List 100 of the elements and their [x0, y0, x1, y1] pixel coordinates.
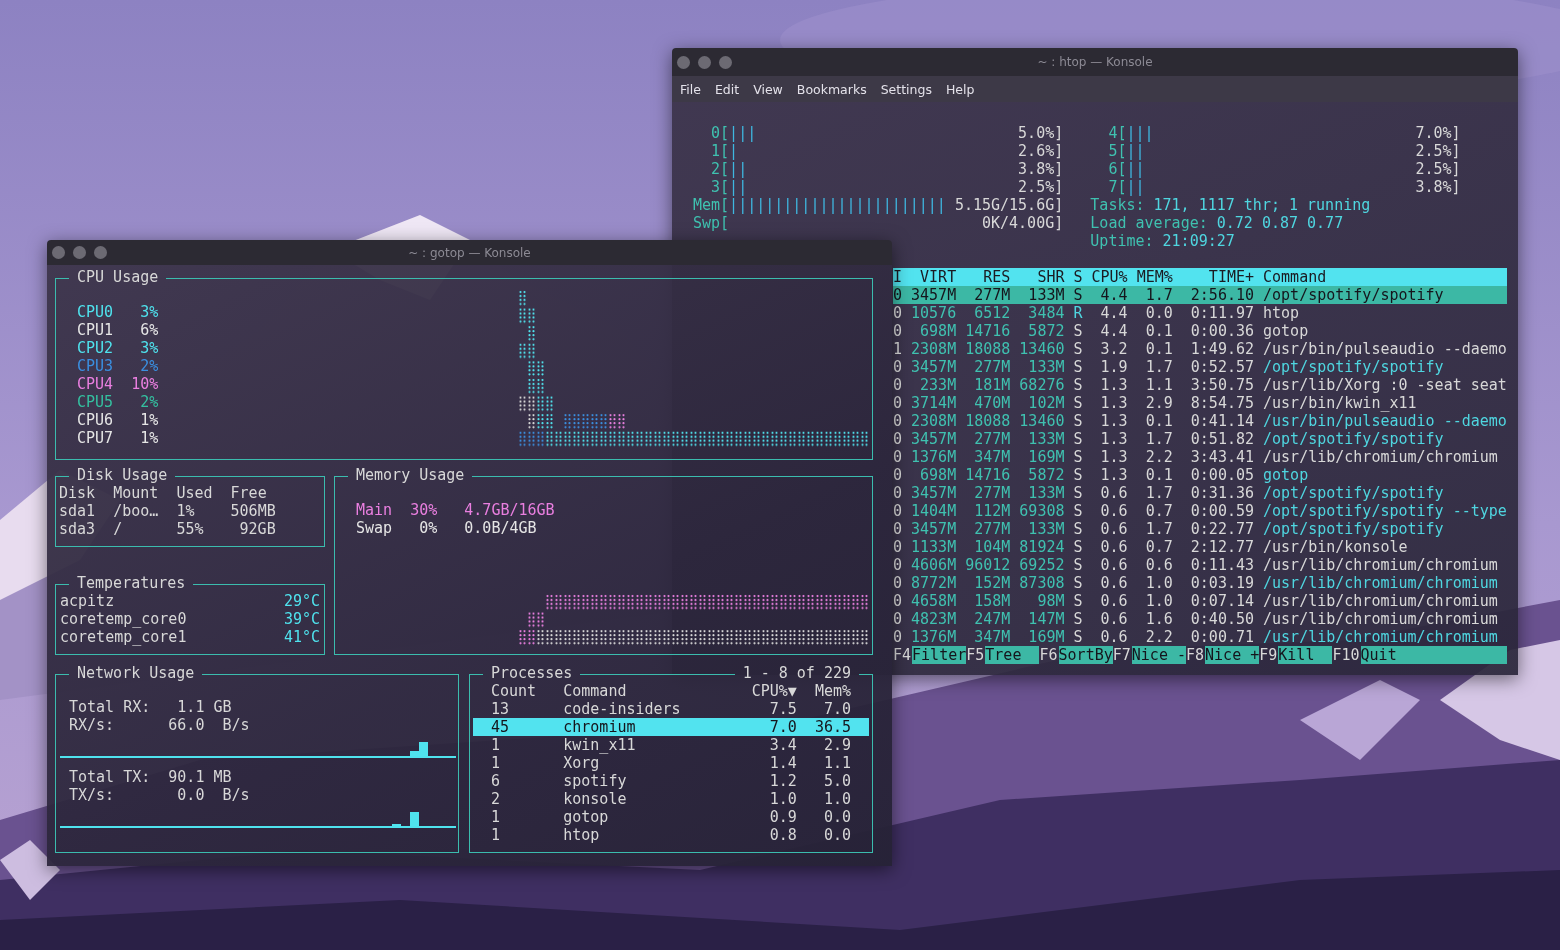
close-button[interactable]: [677, 55, 690, 69]
menu-item[interactable]: Edit: [707, 81, 747, 97]
function-key-button[interactable]: Kill: [1278, 646, 1333, 664]
process-row[interactable]: 0 1376M 347M 169M S 0.6 2.2 0:00.71 /usr/lib/chromium/chromium: [893, 628, 1508, 646]
column-header[interactable]: I: [893, 268, 902, 286]
process-row[interactable]: 0 3457M 277M 133M S 1.9 1.7 0:52.57 /opt/spotify/spotify: [893, 358, 1508, 376]
table-cell-text: /usr/lib/chromium/chromium: [1263, 556, 1499, 574]
process-row[interactable]: 0 3457M 277M 133M S 4.4 1.7 2:56.10 /opt/spotify/spotify: [893, 286, 1508, 304]
table-cell-text: 1.9: [1099, 358, 1128, 376]
table-cell-text: 2:12.77: [1189, 538, 1254, 556]
process-row[interactable]: 0 3714M 470M 102M S 1.3 2.9 8:54.75 /usr/bin/kwin_x11: [893, 394, 1508, 412]
process-row[interactable]: 0 1376M 347M 169M S 1.3 2.2 3:43.41 /usr/lib/chromium/chromium: [893, 448, 1508, 466]
process-row[interactable]: 0 1404M 112M 69308 S 0.6 0.7 0:00.59 /opt/spotify/spotify --type: [893, 502, 1508, 520]
table-cell-text: 147M: [1027, 610, 1065, 628]
process-row[interactable]: 1 2308M 18088 13460 S 3.2 0.1 1:49.62 /usr/bin/pulseaudio --daemo: [893, 340, 1508, 358]
table-cell-text: 1.7: [1144, 484, 1173, 502]
maximize-button[interactable]: [719, 55, 732, 69]
table-cell-text: 133M: [1027, 358, 1065, 376]
process-row[interactable]: 0 4606M 96012 69252 S 0.6 0.6 0:11.43 /usr/lib/chromium/chromium: [893, 556, 1508, 574]
column-header[interactable]: TIME+: [1181, 268, 1254, 286]
process-row[interactable]: 0 10576 6512 3484 R 4.4 0.0 0:11.97 htop: [893, 304, 1508, 322]
stat-label: RX/s:: [69, 716, 116, 734]
process-row[interactable]: 2 konsole 1.0 1.0: [473, 790, 869, 808]
table-cell-text: 6: [491, 772, 502, 790]
process-row[interactable]: 0 3457M 277M 133M S 0.6 1.7 0:22.77 /opt/spotify/spotify: [893, 520, 1508, 538]
table-cell-text: 7.0: [768, 718, 797, 736]
menu-item[interactable]: View: [746, 81, 790, 97]
process-row[interactable]: 0 3457M 277M 133M S 1.3 1.7 0:51.82 /opt/spotify/spotify: [893, 430, 1508, 448]
table-cell-text: 0.6: [1099, 520, 1128, 538]
process-row[interactable]: 45 chromium 7.0 36.5: [473, 718, 869, 736]
column-header[interactable]: MEM%: [1136, 268, 1173, 286]
table-cell-text: 0.0: [822, 808, 851, 826]
table-cell-text: /usr/lib/chromium/chromium: [1263, 592, 1499, 610]
cpu-percent: 3%: [139, 339, 159, 357]
table-cell: 0: [893, 304, 902, 322]
table-cell: 96012: [965, 556, 1011, 574]
column-header[interactable]: CPU%: [1091, 268, 1128, 286]
table-cell-text: 133M: [1027, 286, 1065, 304]
info-label: Tasks:: [1090, 196, 1145, 214]
process-row[interactable]: 0 698M 14716 5872 S 4.4 0.1 0:00.36 gotop: [893, 322, 1508, 340]
table-cell-text: 0.6: [1099, 556, 1128, 574]
table-cell-text: 0.6: [1099, 574, 1128, 592]
column-header[interactable]: Count: [491, 682, 564, 700]
table-cell-text: 0.0: [822, 826, 851, 844]
stat-label: Total RX:: [69, 698, 152, 716]
memory-percent: 0%: [418, 519, 438, 537]
process-row[interactable]: 0 4823M 247M 147M S 0.6 1.6 0:40.50 /usr/lib/chromium/chromium: [893, 610, 1508, 628]
process-row[interactable]: 0 4658M 158M 98M S 0.6 1.0 0:07.14 /usr/lib/chromium/chromium: [893, 592, 1508, 610]
table-cell-text: 1.2: [768, 772, 797, 790]
column-header[interactable]: VIRT: [911, 268, 957, 286]
column-header[interactable]: SHR: [1019, 268, 1065, 286]
process-row[interactable]: 13 code-insiders 7.5 7.0: [473, 700, 869, 718]
minimize-button[interactable]: [73, 246, 86, 259]
column-header[interactable]: RES: [965, 268, 1011, 286]
process-row[interactable]: 0 1133M 104M 81924 S 0.6 0.7 2:12.77 /usr/bin/konsole: [893, 538, 1508, 556]
menu-item[interactable]: Help: [938, 81, 982, 97]
process-row[interactable]: 0 3457M 277M 133M S 0.6 1.7 0:31.36 /opt/spotify/spotify: [893, 484, 1508, 502]
column-header[interactable]: Command: [563, 682, 743, 700]
function-key-button[interactable]: Tree: [985, 646, 1040, 664]
process-row[interactable]: 6 spotify 1.2 5.0: [473, 772, 869, 790]
process-row[interactable]: 1 gotop 0.9 0.0: [473, 808, 869, 826]
table-cell-text: 0:07.14: [1189, 592, 1254, 610]
function-key: F5: [966, 646, 986, 664]
table-cell: /usr/lib/Xorg :0 -seat seat: [1263, 376, 1508, 394]
table-cell: S: [1073, 448, 1083, 466]
cpu-label: CPU1: [77, 321, 114, 339]
column-header[interactable]: S: [1073, 268, 1083, 286]
table-cell-text: 1.0: [1144, 592, 1173, 610]
table-cell-text: 277M: [973, 358, 1011, 376]
info-value: 0.72 0.87 0.77: [1216, 214, 1344, 232]
menu-item[interactable]: Bookmarks: [789, 81, 874, 97]
process-row[interactable]: 0 2308M 18088 13460 S 1.3 0.1 0:41.14 /usr/bin/pulseaudio --daemo: [893, 412, 1508, 430]
menu-item[interactable]: File: [673, 81, 708, 97]
table-cell: 0: [893, 538, 902, 556]
function-key-button[interactable]: Nice +: [1205, 646, 1260, 664]
column-header[interactable]: Mem%: [796, 682, 851, 700]
table-cell-text: 55%: [176, 520, 205, 538]
function-key-button[interactable]: Nice -: [1131, 646, 1186, 664]
process-row[interactable]: 0 8772M 152M 87308 S 0.6 1.0 0:03.19 /usr/lib/chromium/chromium: [893, 574, 1508, 592]
process-row[interactable]: 1 htop 0.8 0.0: [473, 826, 869, 844]
column-header[interactable]: CPU%▼: [742, 682, 797, 700]
meter-reading: 5.0%]: [1018, 124, 1064, 142]
function-key-button[interactable]: Filter: [912, 646, 967, 664]
table-cell-text: 1.7: [1144, 520, 1173, 538]
function-key-button[interactable]: SortBy: [1058, 646, 1113, 664]
function-key-button[interactable]: Quit: [1360, 646, 1508, 664]
process-row[interactable]: 1 kwin_x11 3.4 2.9: [473, 736, 869, 754]
process-row[interactable]: 0 698M 14716 5872 S 1.3 0.1 0:00.05 gotop: [893, 466, 1508, 484]
process-row[interactable]: 0 233M 181M 68276 S 1.3 1.1 3:50.75 /usr/lib/Xorg :0 -seat seat: [893, 376, 1508, 394]
process-row[interactable]: 1 Xorg 1.4 1.1: [473, 754, 869, 772]
close-button[interactable]: [52, 246, 65, 259]
table-cell-text: 8:54.75: [1189, 394, 1254, 412]
table-cell-text: 0.7: [1144, 502, 1173, 520]
minimize-button[interactable]: [698, 55, 711, 69]
maximize-button[interactable]: [94, 246, 107, 259]
table-cell-text: 5872: [1027, 322, 1065, 340]
column-header[interactable]: Command: [1263, 268, 1508, 286]
table-cell-text: 347M: [973, 628, 1011, 646]
menu-item[interactable]: Settings: [873, 81, 939, 97]
table-cell-text: 2.2: [1144, 448, 1173, 466]
